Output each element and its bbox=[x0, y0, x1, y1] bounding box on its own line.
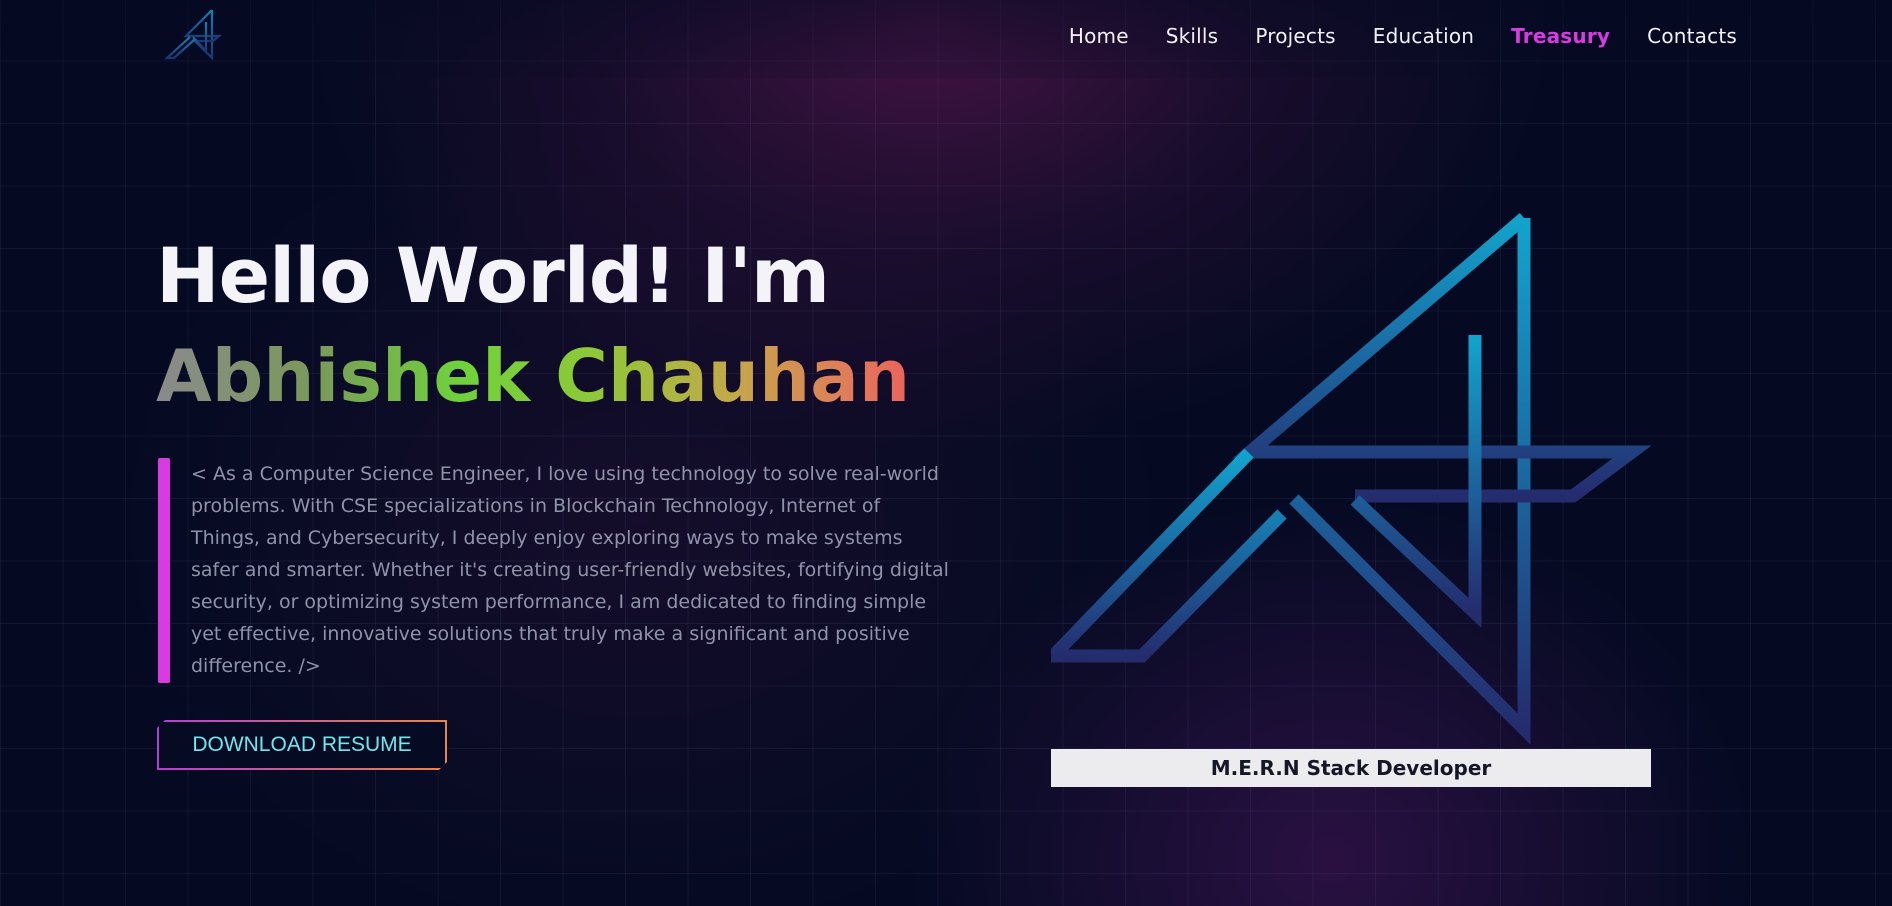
hero-intro: Hello World! I'm Abhishek Chauhan bbox=[156, 226, 956, 426]
hero-name: Abhishek Chauhan bbox=[156, 326, 956, 426]
nav-item-education[interactable]: Education bbox=[1373, 24, 1474, 48]
role-badge: M.E.R.N Stack Developer bbox=[1051, 749, 1651, 787]
navbar: Home Skills Projects Education Treasury … bbox=[0, 0, 1892, 78]
nav-item-contacts[interactable]: Contacts bbox=[1647, 24, 1737, 48]
download-resume-button[interactable]: DOWNLOAD RESUME bbox=[157, 720, 447, 770]
nav-links: Home Skills Projects Education Treasury … bbox=[1069, 24, 1737, 48]
hero-greeting: Hello World! I'm bbox=[156, 231, 830, 320]
bio-text: < As a Computer Science Engineer, I love… bbox=[191, 463, 949, 677]
nav-item-projects[interactable]: Projects bbox=[1255, 24, 1335, 48]
nav-item-skills[interactable]: Skills bbox=[1166, 24, 1219, 48]
hero-visual: M.E.R.N Stack Developer bbox=[1037, 200, 1652, 788]
nav-item-home[interactable]: Home bbox=[1069, 24, 1129, 48]
nav-item-treasury[interactable]: Treasury bbox=[1511, 24, 1610, 48]
bio-accent-bar bbox=[158, 458, 170, 683]
hero-logo-icon bbox=[1037, 200, 1652, 750]
site-logo-icon[interactable] bbox=[163, 6, 227, 64]
